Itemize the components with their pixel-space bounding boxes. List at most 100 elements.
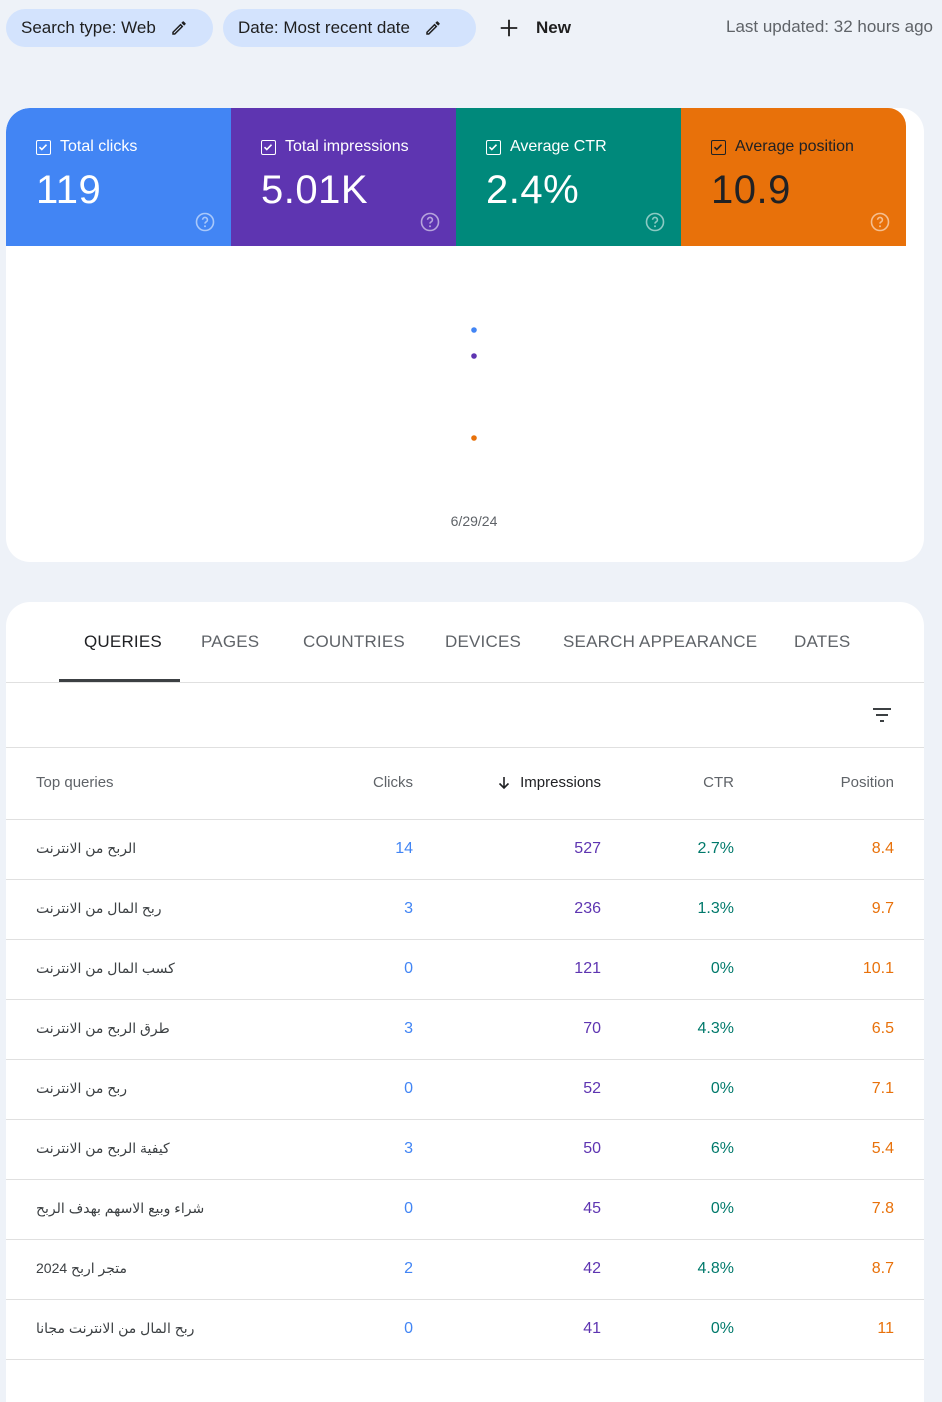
metric-label: Total impressions	[285, 138, 409, 155]
ctr-cell: 0%	[710, 960, 734, 977]
tab-pages[interactable]: PAGES	[201, 632, 259, 652]
performance-chart-card: Total clicks 119 Total impressions 5.01K…	[6, 108, 924, 562]
new-filter-label: New	[536, 18, 571, 37]
plus-icon	[500, 19, 518, 37]
checkbox-checked-icon[interactable]	[36, 139, 51, 155]
table-header: Top queries Clicks Impressions CTR Posit…	[6, 748, 924, 820]
metric-label-row: Average position	[711, 138, 854, 156]
impressions-cell: 52	[583, 1080, 601, 1097]
clicks-cell: 3	[404, 900, 413, 917]
pencil-icon	[426, 21, 440, 35]
clicks-cell: 0	[404, 1080, 413, 1097]
metric-label-row: Average CTR	[486, 138, 607, 156]
query-cell: طرق الربح من الانترنت	[36, 1020, 170, 1036]
checkbox-checked-icon[interactable]	[261, 139, 276, 155]
clicks-cell: 14	[395, 840, 413, 857]
ctr-cell: 6%	[710, 1140, 734, 1157]
column-header-position[interactable]: Position	[841, 774, 894, 791]
position-cell: 8.7	[871, 1260, 894, 1277]
table-row[interactable]: ربح المال من الانترنت 3 236 1.3% 9.7	[6, 880, 924, 940]
column-header-impressions[interactable]: Impressions	[496, 774, 601, 791]
tab-dates[interactable]: DATES	[794, 632, 850, 652]
metric-value: 2.4%	[486, 168, 580, 212]
table-body: الربح من الانترنت 14 527 2.7% 8.4 ربح المال م…	[6, 820, 924, 1360]
ctr-cell: 0%	[710, 1080, 734, 1097]
ctr-cell: 4.3%	[697, 1020, 734, 1037]
metric-tile-total-clicks[interactable]: Total clicks 119	[6, 108, 231, 246]
report-table-card: QUERIES PAGES COUNTRIES DEVICES SEARCH A…	[6, 602, 924, 1402]
impressions-cell: 45	[583, 1200, 601, 1217]
help-icon[interactable]	[420, 212, 440, 232]
impressions-cell: 42	[583, 1260, 601, 1277]
metric-value: 10.9	[711, 168, 791, 212]
query-cell: الربح من الانترنت	[36, 840, 137, 856]
search-type-chip[interactable]: Search type: Web	[6, 9, 213, 47]
ctr-cell: 0%	[710, 1320, 734, 1337]
impressions-cell: 121	[574, 960, 601, 977]
column-header-impressions-label: Impressions	[520, 774, 601, 791]
table-row[interactable]: ربح من الانترنت 0 52 0% 7.1	[6, 1060, 924, 1120]
tab-search-appearance[interactable]: SEARCH APPEARANCE	[563, 632, 757, 652]
query-cell: ربح من الانترنت	[36, 1080, 127, 1096]
ctr-cell: 2.7%	[697, 840, 734, 857]
metric-label-row: Total impressions	[261, 138, 409, 156]
column-header-ctr[interactable]: CTR	[703, 774, 734, 791]
table-row[interactable]: كسب المال من الانترنت 0 121 0% 10.1	[6, 940, 924, 1000]
column-header-query[interactable]: Top queries	[36, 774, 114, 791]
table-row[interactable]: الربح من الانترنت 14 527 2.7% 8.4	[6, 820, 924, 880]
filter-icon[interactable]	[870, 703, 894, 727]
metric-label-row: Total clicks	[36, 138, 137, 156]
table-row[interactable]: طرق الربح من الانترنت 3 70 4.3% 6.5	[6, 1000, 924, 1060]
last-updated-text: Last updated: 32 hours ago	[726, 17, 933, 36]
query-cell: ربح المال من الانترنت مجانا	[36, 1320, 195, 1336]
date-chip[interactable]: Date: Most recent date	[223, 9, 476, 47]
data-point-average-position[interactable]	[471, 435, 477, 441]
ctr-cell: 1.3%	[697, 900, 734, 917]
help-icon[interactable]	[195, 212, 215, 232]
query-cell: كسب المال من الانترنت	[36, 960, 175, 976]
position-cell: 7.8	[871, 1200, 894, 1217]
tab-devices[interactable]: DEVICES	[445, 632, 521, 652]
clicks-cell: 3	[404, 1140, 413, 1157]
table-toolbar	[6, 683, 924, 748]
ctr-cell: 0%	[710, 1200, 734, 1217]
chart-points	[471, 327, 477, 441]
column-header-clicks[interactable]: Clicks	[373, 774, 413, 791]
pencil-icon	[172, 21, 186, 35]
performance-chart: 6/29/24	[451, 327, 498, 529]
impressions-cell: 527	[574, 840, 601, 857]
help-icon[interactable]	[870, 212, 890, 232]
help-icon[interactable]	[645, 212, 665, 232]
impressions-cell: 50	[583, 1140, 601, 1157]
table-row[interactable]: كيفية الربح من الانترنت 3 50 6% 5.4	[6, 1120, 924, 1180]
table-row[interactable]: متجر اربح 2024 2 42 4.8% 8.7	[6, 1240, 924, 1300]
checkbox-checked-icon[interactable]	[711, 139, 726, 155]
position-cell: 11	[877, 1320, 894, 1337]
impressions-cell: 41	[583, 1320, 601, 1337]
metric-tile-total-impressions[interactable]: Total impressions 5.01K	[231, 108, 456, 246]
metric-tile-average-position[interactable]: Average position 10.9	[681, 108, 906, 246]
position-cell: 7.1	[871, 1080, 894, 1097]
table-row[interactable]: ربح المال من الانترنت مجانا 0 41 0% 11	[6, 1300, 924, 1360]
impressions-cell: 236	[574, 900, 601, 917]
table-row[interactable]: شراء وبيع الاسهم بهدف الربح 0 45 0% 7.8	[6, 1180, 924, 1240]
data-point-total-impressions[interactable]	[471, 353, 477, 359]
clicks-cell: 3	[404, 1020, 413, 1037]
metric-label: Total clicks	[60, 138, 138, 155]
query-cell: متجر اربح 2024	[36, 1260, 128, 1276]
metric-label: Average CTR	[510, 138, 607, 155]
new-filter-button[interactable]: New	[498, 12, 571, 44]
checkbox-checked-icon[interactable]	[486, 139, 501, 155]
query-cell: شراء وبيع الاسهم بهدف الربح	[36, 1200, 205, 1216]
search-type-chip-label: Search type: Web	[21, 18, 156, 37]
date-chip-label: Date: Most recent date	[238, 18, 410, 37]
data-point-total-clicks[interactable]	[471, 327, 477, 333]
tab-countries[interactable]: COUNTRIES	[303, 632, 405, 652]
filter-bar: Search type: Web Date: Most recent date …	[0, 0, 942, 56]
metric-tile-average-ctr[interactable]: Average CTR 2.4%	[456, 108, 681, 246]
ctr-cell: 4.8%	[697, 1260, 734, 1277]
impressions-cell: 70	[583, 1020, 601, 1037]
metric-value: 119	[36, 168, 102, 212]
position-cell: 8.4	[871, 840, 894, 857]
tab-queries[interactable]: QUERIES	[84, 632, 162, 652]
